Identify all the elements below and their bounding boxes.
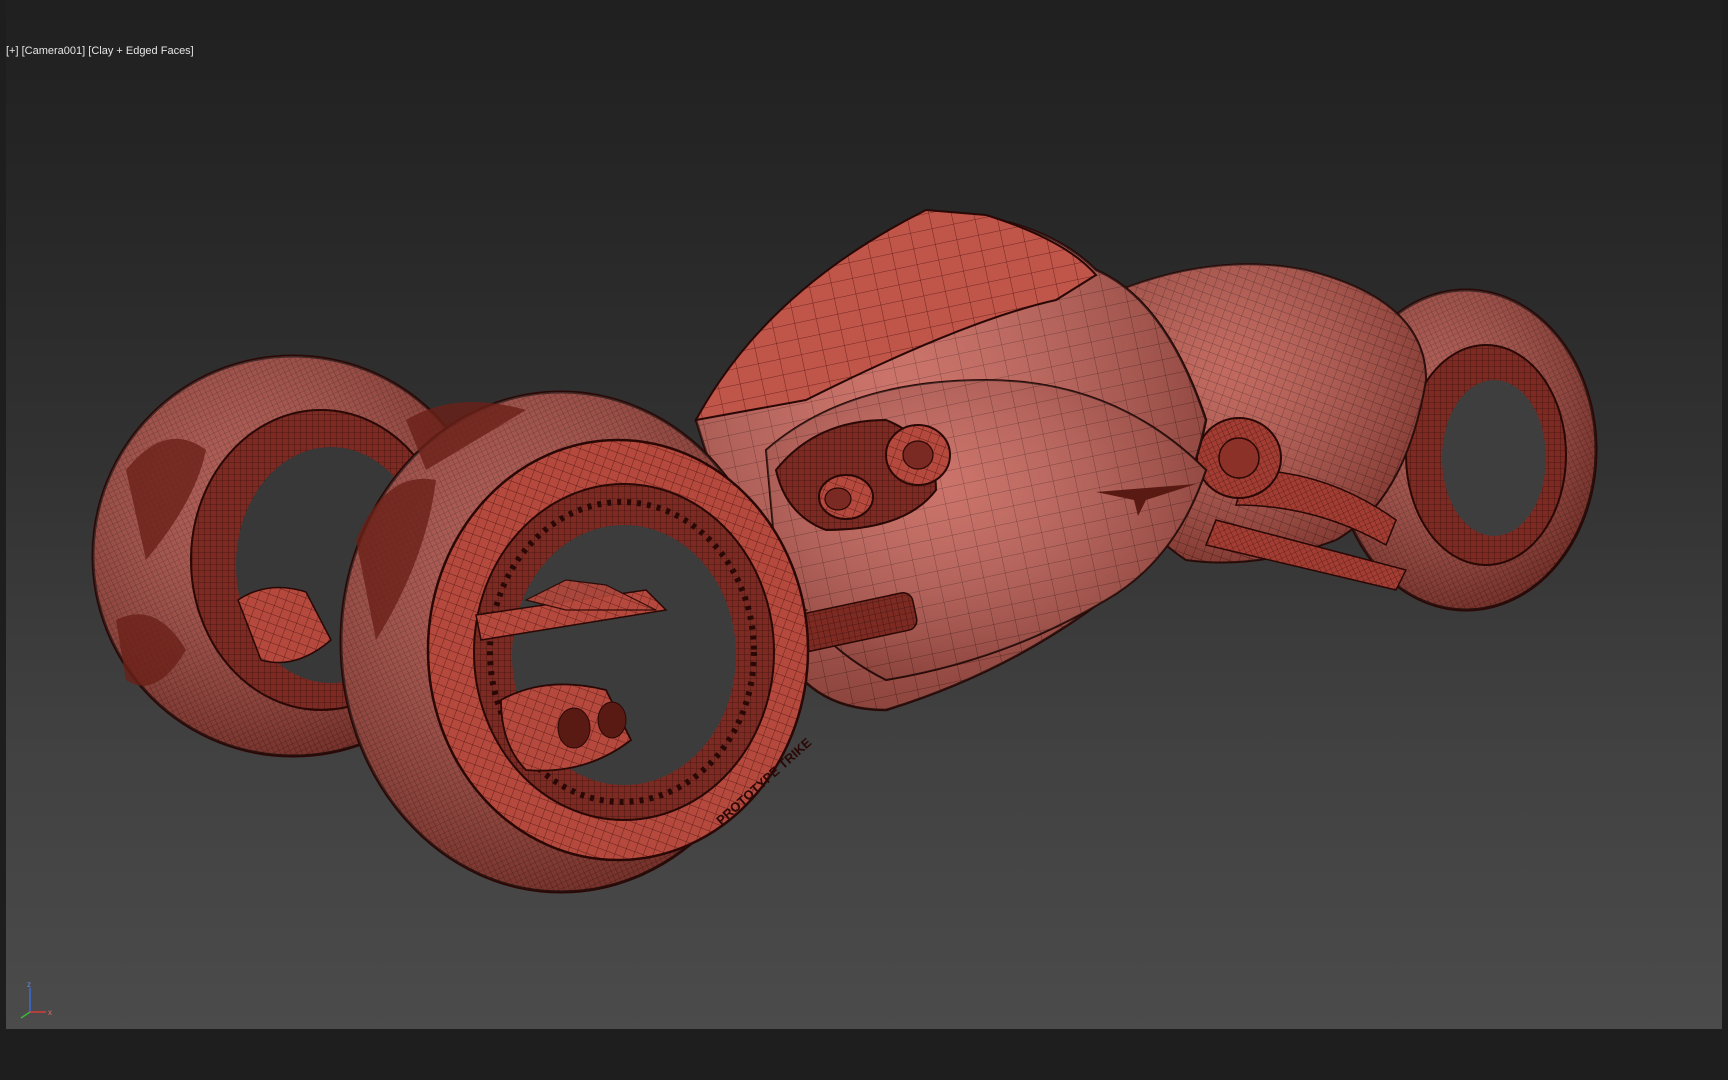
viewport-left-border	[0, 0, 6, 1029]
viewport-right-border	[1722, 0, 1728, 1029]
3d-viewport[interactable]: [+] [Camera001] [Clay + Edged Faces] PRO…	[6, 0, 1722, 1029]
gizmo-z-label: z	[27, 980, 31, 989]
gizmo-x-label: x	[48, 1008, 52, 1017]
trike-model[interactable]: PROTOTYPE TRIKE	[6, 0, 1722, 1029]
bottom-bar	[0, 1029, 1728, 1080]
axis-gizmo-icon: z x	[20, 980, 52, 1019]
